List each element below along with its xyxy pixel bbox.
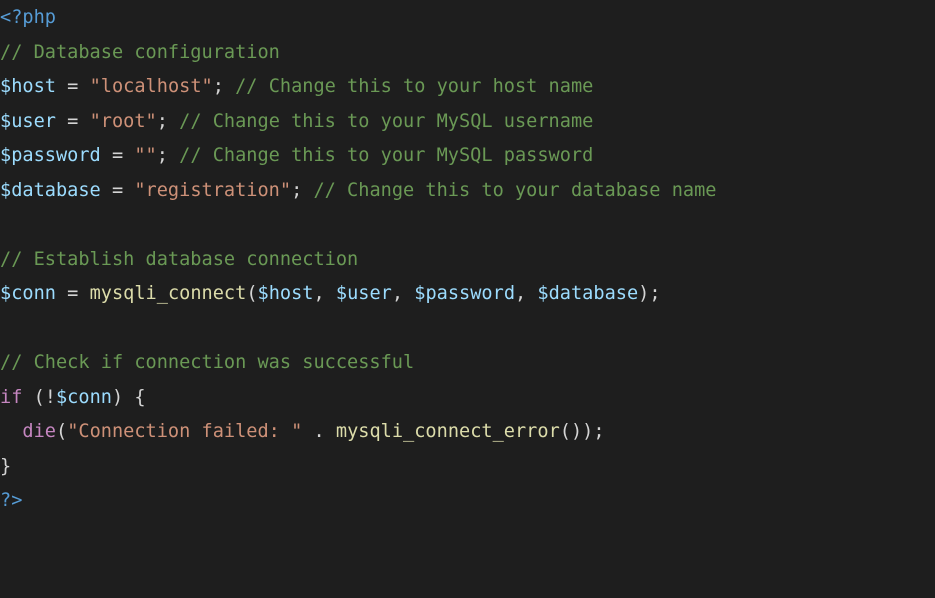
- punctuation-token: ;: [156, 145, 180, 166]
- comment-token: // Database configuration: [0, 41, 280, 63]
- string-token: "registration": [134, 179, 292, 201]
- code-line[interactable]: $host = "localhost"; // Change this to y…: [0, 70, 935, 105]
- php-tag: ?>: [0, 490, 23, 511]
- punctuation-token: ;: [156, 110, 180, 132]
- keyword-token: if: [0, 386, 23, 408]
- operator-token: =: [55, 76, 90, 97]
- variable-token: $host: [0, 76, 56, 97]
- variable-token: $password: [0, 145, 101, 166]
- php-tag: <?php: [0, 7, 56, 28]
- punctuation-token: ());: [559, 421, 605, 442]
- punctuation-token: );: [638, 283, 661, 304]
- variable-token: $conn: [0, 283, 56, 304]
- code-line[interactable]: $password = ""; // Change this to your M…: [0, 139, 935, 174]
- code-line[interactable]: [0, 312, 935, 347]
- punctuation-token: ) {: [111, 386, 146, 408]
- punctuation-token: (: [246, 283, 258, 304]
- code-line[interactable]: // Establish database connection: [0, 243, 935, 278]
- punctuation-token: [0, 421, 22, 442]
- code-line[interactable]: $user = "root"; // Change this to your M…: [0, 105, 935, 140]
- code-line[interactable]: $database = "registration"; // Change th…: [0, 174, 935, 209]
- string-token: "localhost": [89, 76, 213, 97]
- punctuation-token: ,: [391, 283, 415, 304]
- code-line[interactable]: <?php: [0, 1, 935, 36]
- comment-token: // Establish database connection: [0, 248, 359, 270]
- function-token: mysqli_connect_error: [335, 421, 560, 442]
- code-content[interactable]: <?php // Database configuration $host = "l…: [0, 1, 935, 519]
- code-line[interactable]: [0, 208, 935, 243]
- punctuation-token: (!: [22, 386, 56, 408]
- variable-token: $user: [335, 283, 392, 304]
- operator-token: =: [55, 283, 90, 304]
- keyword-token: die: [22, 421, 56, 442]
- comment-token: // Change this to your host name: [235, 76, 594, 97]
- punctuation-token: ,: [313, 283, 336, 304]
- punctuation-token: (: [55, 421, 68, 442]
- variable-token: $conn: [55, 386, 112, 408]
- variable-token: $password: [414, 283, 516, 304]
- code-line[interactable]: die("Connection failed: " . mysqli_conne…: [0, 415, 935, 450]
- punctuation-token: }: [0, 455, 12, 477]
- code-line[interactable]: }: [0, 450, 935, 485]
- code-line[interactable]: ?>: [0, 484, 935, 519]
- variable-token: $host: [257, 283, 314, 304]
- punctuation-token: ;: [291, 179, 314, 201]
- punctuation-token: ,: [515, 283, 538, 304]
- code-line[interactable]: // Database configuration: [0, 36, 935, 71]
- operator-token: =: [100, 145, 135, 166]
- code-editor[interactable]: <?php // Database configuration $host = "l…: [0, 0, 935, 598]
- string-token: "root": [89, 110, 157, 132]
- string-token: "Connection failed: ": [67, 421, 303, 442]
- code-line[interactable]: // Check if connection was successful: [0, 346, 935, 381]
- string-token: "": [134, 145, 157, 166]
- comment-token: // Change this to your MySQL password: [179, 145, 594, 166]
- variable-token: $user: [0, 110, 56, 132]
- punctuation-token: ;: [212, 76, 236, 97]
- function-token: mysqli_connect: [89, 283, 247, 304]
- comment-token: // Change this to your MySQL username: [179, 110, 594, 132]
- operator-token: =: [100, 179, 135, 201]
- comment-token: // Change this to your database name: [313, 179, 717, 201]
- variable-token: $database: [0, 179, 101, 201]
- operator-token: .: [302, 421, 336, 442]
- operator-token: =: [55, 110, 90, 132]
- code-line[interactable]: if (!$conn) {: [0, 381, 935, 416]
- code-line[interactable]: $conn = mysqli_connect($host, $user, $pa…: [0, 277, 935, 312]
- variable-token: $database: [537, 283, 639, 304]
- comment-token: // Check if connection was successful: [0, 352, 415, 373]
